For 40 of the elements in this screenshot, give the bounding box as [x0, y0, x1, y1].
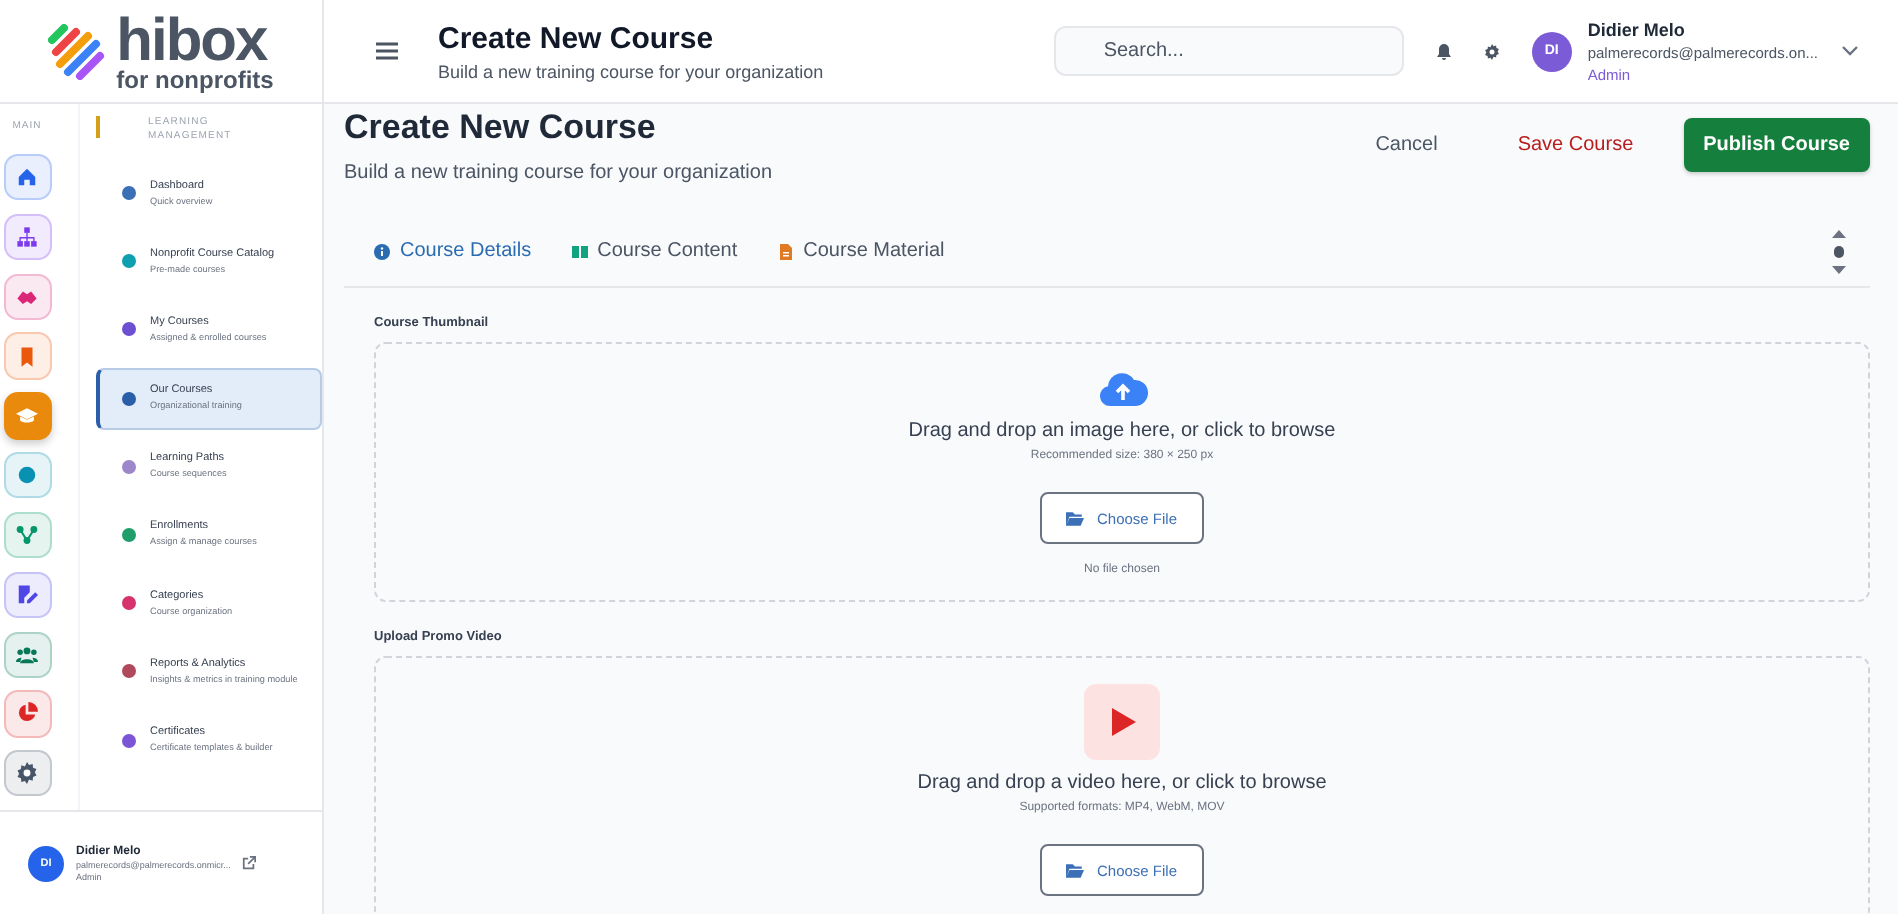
page-heading: Create New Course	[344, 108, 658, 148]
drop-prompt: Drag and drop an image here, or click to browse	[908, 420, 1336, 442]
scroll-arrows-icon[interactable]	[1832, 229, 1846, 273]
hierarchy-icon	[16, 225, 38, 248]
folder-icon	[1066, 511, 1085, 525]
brand-name: hibox	[116, 11, 268, 71]
book-icon	[571, 243, 588, 259]
info-icon	[374, 243, 390, 259]
external-link-icon[interactable]	[242, 856, 257, 870]
bell-icon[interactable]	[1435, 43, 1452, 59]
cloud-upload-icon	[1097, 370, 1147, 408]
tab[interactable]: Course Details	[374, 224, 532, 278]
circle-icon	[16, 464, 38, 487]
settings-icon	[16, 762, 38, 785]
document-icon	[777, 243, 794, 259]
settings-icon[interactable]	[1483, 43, 1500, 59]
save-button[interactable]: Save Course	[1487, 118, 1664, 172]
page-title: Create New Course	[438, 21, 716, 55]
folder-icon	[1066, 863, 1085, 877]
graduation-cap-icon	[16, 404, 38, 427]
cancel-button[interactable]: Cancel	[1345, 118, 1468, 172]
page-subtitle: Build a new training course for your organization	[438, 61, 824, 81]
drop-prompt: Drag and drop a video here, or click to browse	[917, 772, 1327, 794]
pen-document-icon	[16, 583, 38, 606]
logo-icon	[48, 23, 109, 79]
menu-icon[interactable]	[376, 42, 398, 60]
users-icon	[16, 643, 38, 666]
connected-nodes-icon	[16, 524, 38, 547]
play-button-icon	[1084, 684, 1160, 760]
home-icon	[16, 166, 38, 189]
bookmark-icon	[16, 345, 38, 368]
brand-tagline: for nonprofits	[116, 67, 274, 91]
user-name: Didier Melo	[1587, 19, 1687, 39]
publish-button[interactable]: Publish Course	[1683, 118, 1870, 172]
tab[interactable]: Course Content	[571, 224, 738, 278]
pie-chart-icon	[16, 702, 38, 725]
search-field[interactable]: Search...	[1053, 26, 1404, 76]
page-description: Build a new training course for your organization	[344, 162, 773, 184]
tab[interactable]: Course Material	[777, 224, 945, 278]
chevron-down-icon[interactable]	[1842, 46, 1858, 56]
